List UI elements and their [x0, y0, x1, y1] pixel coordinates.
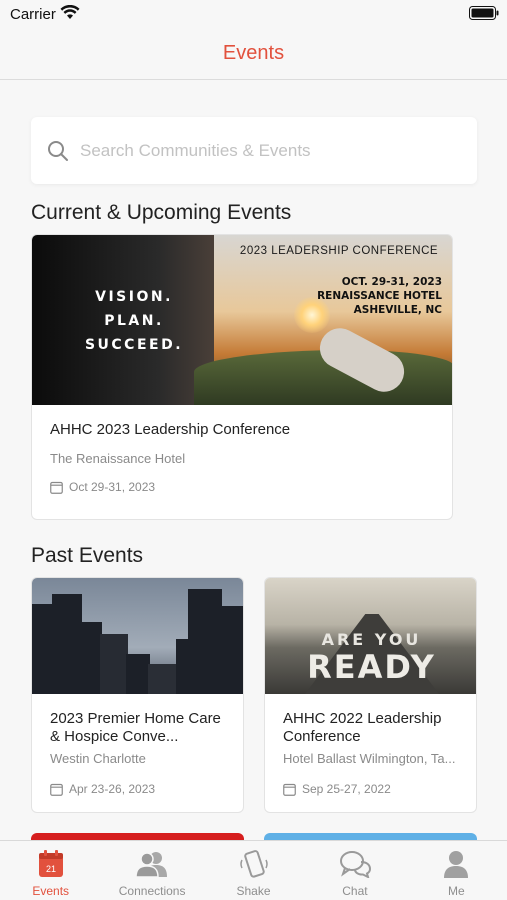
- current-events-heading: Current & Upcoming Events: [31, 201, 292, 224]
- banner-slogan: VISION. PLAN. SUCCEED.: [84, 289, 184, 353]
- person-icon: [444, 851, 469, 878]
- banner-text: READY: [307, 648, 436, 686]
- event-venue: Westin Charlotte: [50, 751, 146, 766]
- carrier-label: Carrier: [10, 6, 56, 23]
- event-banner-image: 2023 LEADERSHIP CONFERENCE OCT. 29-31, 2…: [32, 235, 452, 405]
- tab-label: Connections: [118, 884, 186, 898]
- calendar-icon: 21: [38, 850, 63, 877]
- event-title: 2023 Premier Home Care & Hospice Conve..…: [50, 710, 221, 745]
- battery-icon: [469, 6, 499, 20]
- tab-bar: 21 Events Connections Shake Chat Me: [0, 840, 507, 900]
- event-date: Apr 23-26, 2023: [69, 782, 156, 796]
- event-title: AHHC 2023 Leadership Conference: [50, 421, 291, 438]
- tab-label: Chat: [342, 884, 368, 898]
- past-events-heading: Past Events: [31, 544, 144, 567]
- featured-event-card[interactable]: 2023 LEADERSHIP CONFERENCE OCT. 29-31, 2…: [31, 234, 453, 520]
- banner-text: ARE YOU: [321, 630, 422, 649]
- svg-text:21: 21: [46, 864, 56, 874]
- tab-label: Shake: [236, 884, 271, 898]
- chat-bubbles-icon: [339, 851, 371, 878]
- status-bar: Carrier: [0, 0, 507, 28]
- tab-events[interactable]: 21 Events: [0, 841, 101, 900]
- navigation-bar: Events: [0, 28, 507, 80]
- people-icon: [135, 852, 168, 878]
- event-venue: Hotel Ballast Wilmington, Ta...: [283, 751, 456, 766]
- event-banner-image: ARE YOU READY: [265, 578, 476, 694]
- calendar-icon: [50, 481, 63, 494]
- tab-connections[interactable]: Connections: [101, 841, 202, 900]
- event-venue: The Renaissance Hotel: [50, 451, 186, 466]
- calendar-icon: [283, 783, 296, 796]
- past-event-card[interactable]: 2023 Premier Home Care & Hospice Conve..…: [31, 577, 244, 813]
- phone-shake-icon: [239, 850, 268, 878]
- tab-label: Me: [447, 884, 465, 898]
- event-date: Sep 25-27, 2022: [302, 782, 391, 796]
- banner-heading: 2023 LEADERSHIP CONFERENCE: [239, 245, 439, 257]
- search-bar[interactable]: [31, 117, 477, 184]
- past-event-card[interactable]: ARE YOU READY AHHC 2022 Leadership Confe…: [264, 577, 477, 813]
- page-title: Events: [222, 42, 285, 64]
- event-title: AHHC 2022 Leadership Conference: [283, 710, 442, 745]
- search-input[interactable]: [80, 137, 460, 165]
- tab-shake[interactable]: Shake: [203, 841, 304, 900]
- tab-label: Events: [32, 884, 70, 898]
- tab-me[interactable]: Me: [406, 841, 507, 900]
- tab-chat[interactable]: Chat: [304, 841, 405, 900]
- calendar-icon: [50, 783, 63, 796]
- wifi-icon: [60, 5, 80, 19]
- banner-details: OCT. 29-31, 2023 RENAISSANCE HOTEL ASHEV…: [317, 276, 442, 316]
- event-banner-image: [32, 578, 243, 694]
- search-icon: [48, 141, 68, 161]
- event-date: Oct 29-31, 2023: [69, 480, 156, 494]
